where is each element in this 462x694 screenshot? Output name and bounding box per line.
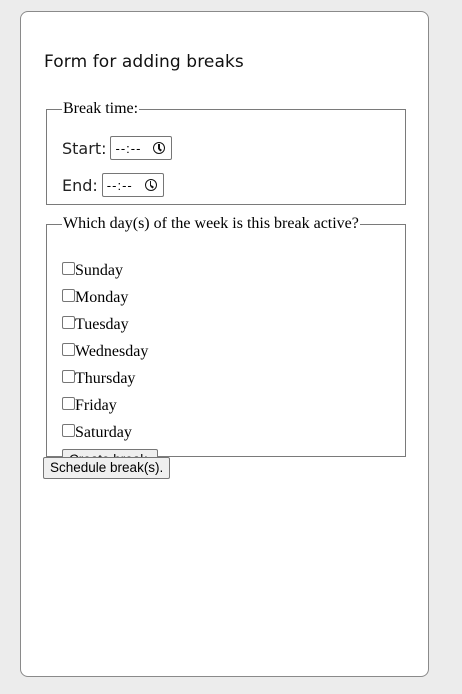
form-title: Form for adding breaks (44, 52, 244, 72)
day-option-thursday[interactable]: Thursday (62, 369, 135, 389)
monday-label[interactable]: Monday (75, 289, 128, 307)
end-time-input[interactable]: --:-- (101, 173, 164, 197)
days-legend: Which day(s) of the week is this break a… (63, 215, 359, 232)
clock-icon[interactable] (153, 142, 166, 154)
end-time-value: --:-- (106, 177, 133, 193)
day-option-monday[interactable]: Monday (62, 288, 128, 308)
thursday-checkbox[interactable] (62, 369, 75, 383)
saturday-label[interactable]: Saturday (75, 424, 132, 442)
break-form-card: Form for adding breaks Break time: Start… (20, 11, 429, 677)
days-fieldset: Which day(s) of the week is this break a… (46, 215, 406, 471)
day-option-tuesday[interactable]: Tuesday (62, 315, 129, 335)
monday-checkbox[interactable] (62, 288, 75, 302)
start-time-label: Start: (62, 138, 107, 158)
start-time-row: Start: --:-- (62, 136, 173, 160)
wednesday-label[interactable]: Wednesday (75, 343, 148, 361)
break-time-legend: Break time: (63, 100, 139, 117)
saturday-checkbox[interactable] (62, 423, 75, 437)
friday-checkbox[interactable] (62, 396, 75, 410)
end-time-row: End: --:-- (62, 173, 164, 197)
schedule-breaks-button[interactable]: Schedule break(s). (43, 457, 171, 479)
tuesday-checkbox[interactable] (62, 315, 75, 329)
clock-icon[interactable] (144, 179, 157, 191)
day-option-sunday[interactable]: Sunday (62, 261, 123, 281)
start-time-value: --:-- (115, 140, 142, 156)
end-time-label: End: (62, 175, 98, 195)
sunday-label[interactable]: Sunday (75, 262, 123, 280)
sunday-checkbox[interactable] (62, 261, 75, 275)
friday-label[interactable]: Friday (75, 397, 117, 415)
thursday-label[interactable]: Thursday (75, 370, 135, 388)
start-time-input[interactable]: --:-- (110, 136, 173, 160)
break-time-fieldset: Break time: Start: --:-- End: --:-- (46, 100, 406, 205)
day-option-wednesday[interactable]: Wednesday (62, 342, 148, 362)
wednesday-checkbox[interactable] (62, 342, 75, 356)
day-option-saturday[interactable]: Saturday (62, 423, 132, 443)
day-option-friday[interactable]: Friday (62, 396, 117, 416)
tuesday-label[interactable]: Tuesday (75, 316, 129, 334)
